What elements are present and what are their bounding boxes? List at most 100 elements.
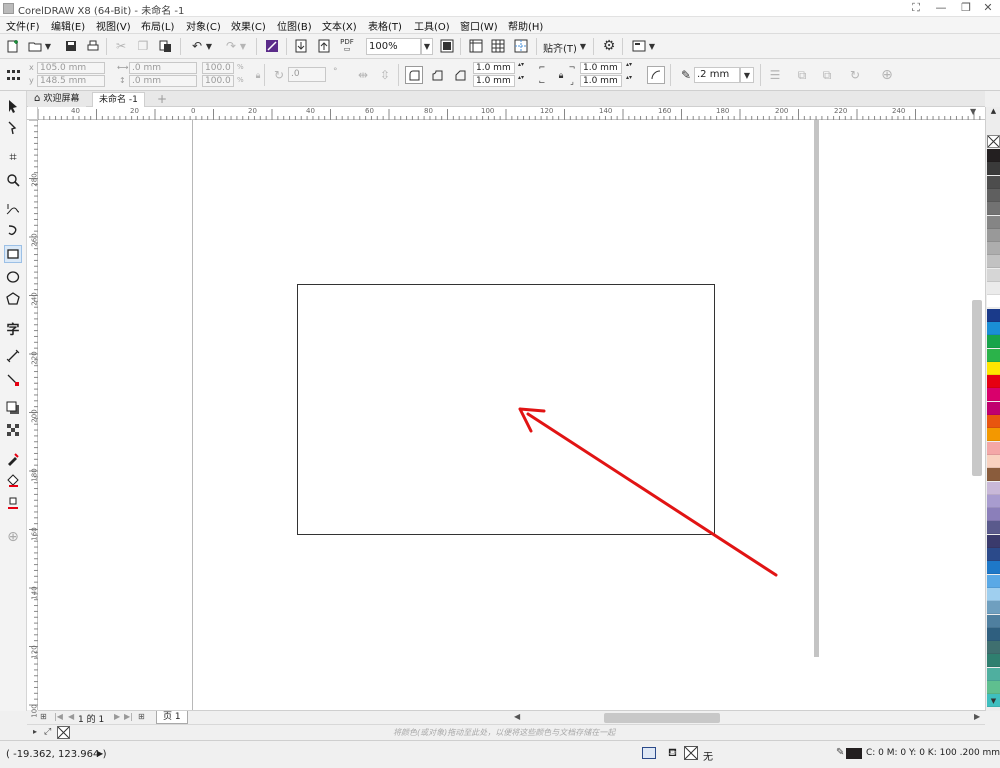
ruler-dropdown-icon[interactable]: ▼ (970, 107, 976, 116)
color-swatch[interactable] (987, 681, 1000, 694)
menu-table[interactable]: 表格(T) (368, 18, 402, 33)
color-swatch[interactable] (987, 242, 1000, 256)
new-document-icon[interactable] (4, 37, 22, 55)
outline-width-field[interactable]: .2 mm (694, 67, 740, 83)
tab-welcome-screen[interactable]: ⌂ 欢迎屏幕 (28, 92, 86, 107)
ellipse-tool-icon[interactable] (4, 268, 22, 286)
color-swatch[interactable] (987, 361, 1000, 375)
minimize-button[interactable]: — (929, 0, 953, 16)
height-field[interactable]: .0 mm (129, 75, 197, 87)
color-swatch[interactable] (987, 641, 1000, 655)
corner-radius-top-left[interactable]: 1.0 mm (473, 62, 515, 74)
color-swatch[interactable] (987, 561, 1000, 575)
color-swatch[interactable] (987, 375, 1000, 389)
paste-icon[interactable] (156, 37, 174, 55)
menu-file[interactable]: 文件(F) (6, 18, 40, 33)
show-rulers-icon[interactable] (467, 37, 485, 55)
freehand-tool-icon[interactable] (4, 200, 22, 218)
horizontal-scrollbar-thumb[interactable] (604, 713, 720, 723)
menu-view[interactable]: 视图(V) (96, 18, 131, 33)
spinner-arrows-icon[interactable]: ▴▾ (516, 75, 526, 87)
scale-x-field[interactable]: 100.0 (202, 62, 234, 74)
color-swatch[interactable] (987, 667, 1000, 681)
color-swatch[interactable] (987, 428, 1000, 442)
relative-corner-scaling-icon[interactable] (647, 66, 665, 84)
show-guidelines-icon[interactable] (512, 37, 530, 55)
cut-icon[interactable]: ✂ (112, 37, 130, 55)
color-swatch[interactable] (987, 441, 1000, 455)
color-swatch[interactable] (987, 614, 1000, 628)
width-field[interactable]: .0 mm (129, 62, 197, 74)
object-origin-icon[interactable] (4, 66, 22, 84)
add-tool-icon[interactable]: ⊕ (4, 528, 22, 546)
color-swatch[interactable] (987, 508, 1000, 522)
y-position-field[interactable]: 148.5 mm (37, 75, 105, 87)
tab-untitled-1[interactable]: 未命名 -1 (92, 92, 145, 107)
launcher-dropdown-icon[interactable]: ▼ (647, 37, 657, 55)
smart-fill-tool-icon[interactable] (4, 494, 22, 512)
menu-layout[interactable]: 布局(L) (141, 18, 174, 33)
color-swatch[interactable] (987, 255, 1000, 269)
color-swatch[interactable] (987, 348, 1000, 362)
snap-to-menu[interactable]: 贴齐(T) (543, 40, 577, 55)
color-swatch[interactable] (987, 401, 1000, 415)
zoom-tool-icon[interactable] (4, 171, 22, 189)
color-swatch[interactable] (987, 282, 1000, 295)
menu-help[interactable]: 帮助(H) (508, 18, 543, 33)
restore-button[interactable]: ❐ (954, 0, 978, 16)
color-swatch[interactable] (987, 534, 1000, 548)
page-tab[interactable]: 页 1 (156, 711, 188, 724)
export-icon[interactable] (315, 37, 333, 55)
menu-bitmap[interactable]: 位图(B) (277, 18, 312, 33)
scroll-left-icon[interactable]: ◀ (514, 712, 520, 721)
color-swatch[interactable] (987, 335, 1000, 349)
convert-to-curves-icon[interactable]: ↻ (846, 66, 864, 84)
color-swatch[interactable] (987, 295, 1000, 309)
snap-dropdown-icon[interactable]: ▼ (578, 37, 588, 55)
color-swatch[interactable] (987, 454, 1000, 468)
transparency-tool-icon[interactable] (4, 421, 22, 439)
mirror-horizontal-icon[interactable]: ⇹ (354, 66, 372, 84)
zoom-level-select[interactable]: 100% (366, 38, 421, 55)
menu-edit[interactable]: 编辑(E) (51, 18, 85, 33)
corner-radius-bottom-left[interactable]: 1.0 mm (473, 75, 515, 87)
next-page-icon[interactable]: ▶ (114, 712, 120, 721)
color-swatch[interactable] (987, 601, 1000, 615)
menu-text[interactable]: 文本(X) (322, 18, 357, 33)
color-swatch[interactable] (987, 494, 1000, 508)
corner-radius-top-right[interactable]: 1.0 mm (580, 62, 622, 74)
shape-tool-icon[interactable] (4, 119, 22, 137)
connector-tool-icon[interactable] (4, 371, 22, 389)
drawing-canvas[interactable] (38, 120, 985, 710)
color-swatch[interactable] (987, 574, 1000, 588)
text-wrap-icon[interactable]: ☰ (766, 66, 784, 84)
color-swatch[interactable] (987, 175, 1000, 189)
copy-icon[interactable]: ❐ (134, 37, 152, 55)
to-back-icon[interactable]: ⧉ (818, 66, 836, 84)
artistic-media-tool-icon[interactable] (4, 221, 22, 239)
redo-dropdown-icon[interactable]: ▼ (238, 37, 248, 55)
menu-window[interactable]: 窗口(W) (460, 18, 498, 33)
save-icon[interactable] (62, 37, 80, 55)
round-corner-icon[interactable] (405, 66, 423, 84)
to-front-icon[interactable]: ⧉ (793, 66, 811, 84)
open-dropdown-icon[interactable]: ▼ (43, 37, 53, 55)
color-swatch[interactable] (987, 627, 1000, 641)
color-swatch[interactable] (987, 308, 1000, 322)
full-screen-preview-icon[interactable] (438, 37, 456, 55)
publish-pdf-icon[interactable]: PDF ▭ (338, 37, 356, 55)
close-button[interactable]: ✕ (976, 0, 1000, 16)
eyedropper-icon[interactable]: ⤢ (44, 727, 51, 737)
vertical-scrollbar-thumb[interactable] (972, 300, 982, 476)
no-color-swatch-icon[interactable] (57, 726, 70, 739)
undo-dropdown-icon[interactable]: ▼ (204, 37, 214, 55)
show-grid-icon[interactable] (489, 37, 507, 55)
horizontal-ruler[interactable]: 40 20 0 20 40 60 80 100 120 140 160 180 … (38, 107, 985, 120)
color-management-icon[interactable] (642, 747, 656, 759)
crop-tool-icon[interactable]: ⌗ (4, 148, 22, 166)
color-swatch[interactable] (987, 415, 1000, 428)
fullscreen-icon[interactable]: ⛶ (904, 0, 928, 16)
scroll-right-icon[interactable]: ▶ (974, 712, 980, 721)
corner-radius-bottom-right[interactable]: 1.0 mm (580, 75, 622, 87)
import-icon[interactable] (292, 37, 310, 55)
